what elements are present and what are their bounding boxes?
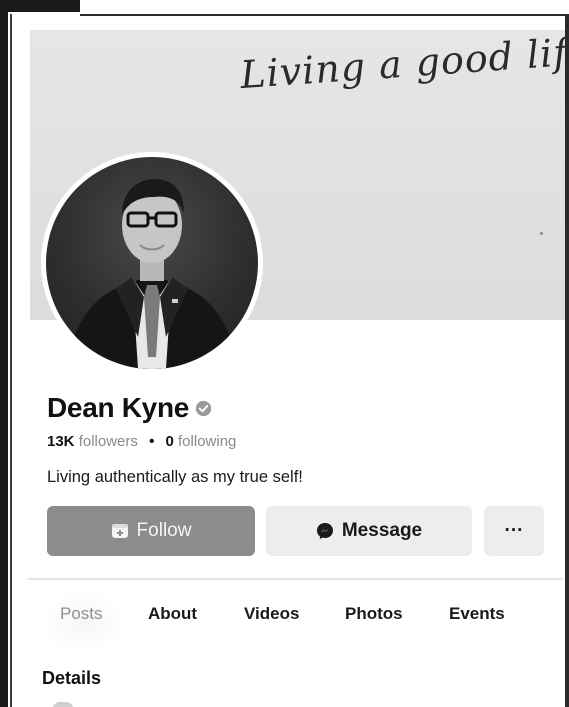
- tab-about[interactable]: About: [148, 604, 197, 624]
- frame-top-corner: [0, 0, 80, 12]
- followers-count: 13K: [47, 433, 75, 450]
- message-button[interactable]: Message: [266, 506, 472, 556]
- frame-top-border: [80, 0, 569, 16]
- cover-speck: [540, 232, 543, 235]
- frame-left-border: [0, 0, 8, 707]
- frame-right-border: [565, 14, 569, 707]
- details-item-icon: [52, 702, 74, 707]
- profile-bio: Living authentically as my true self!: [47, 468, 303, 486]
- verified-badge-icon: [195, 400, 212, 417]
- follow-button-label: Follow: [136, 520, 192, 541]
- profile-avatar-photo: [46, 157, 258, 369]
- message-button-label: Message: [341, 520, 423, 541]
- profile-avatar[interactable]: [41, 152, 263, 374]
- follow-button[interactable]: Follow: [47, 506, 255, 556]
- stats-separator: •: [149, 433, 155, 450]
- tab-photos[interactable]: Photos: [345, 604, 403, 624]
- tab-videos[interactable]: Videos: [244, 604, 299, 624]
- cover-script-text: Living a good life!: [238, 27, 569, 98]
- tab-posts[interactable]: Posts: [60, 604, 103, 624]
- following-label[interactable]: following: [178, 433, 236, 450]
- details-heading: Details: [42, 668, 102, 688]
- follow-user-icon: [111, 522, 129, 540]
- tab-events[interactable]: Events: [449, 604, 505, 624]
- person-portrait-icon: [66, 179, 238, 369]
- frame-inner-left-border: [10, 14, 12, 707]
- profile-stats: 13K followers • 0 following: [47, 433, 236, 450]
- more-options-button[interactable]: ···: [484, 506, 544, 556]
- messenger-icon: [316, 522, 334, 540]
- followers-label[interactable]: followers: [79, 433, 138, 450]
- profile-name: Dean Kyne: [47, 392, 190, 423]
- more-dots-icon: ···: [504, 520, 524, 541]
- following-count: 0: [165, 433, 174, 450]
- section-divider: [28, 578, 563, 580]
- profile-name-row: Dean Kyne: [47, 392, 212, 424]
